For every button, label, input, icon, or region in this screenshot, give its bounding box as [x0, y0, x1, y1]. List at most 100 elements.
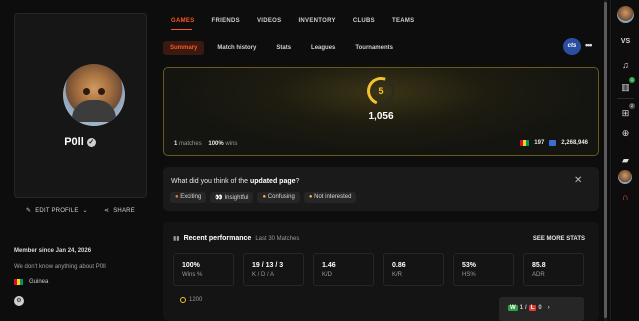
share-label: SHARE [113, 207, 135, 214]
performance-header: ▮▮ Recent performance Last 30 Matches [173, 235, 299, 242]
tab-videos[interactable]: VIDEOS [257, 18, 281, 24]
game-selector-badge[interactable]: cts [563, 38, 581, 55]
versus-button[interactable]: VS [617, 38, 634, 45]
stat-value: 0.86 [392, 262, 406, 269]
feedback-question-text: What did you think of the [171, 178, 250, 185]
subtab-match-history[interactable]: Match history [210, 41, 263, 55]
stat-value: 19 / 13 / 3 [252, 262, 284, 269]
globe-icon [549, 140, 557, 146]
guinea-flag-icon [520, 140, 530, 146]
guinea-flag-icon [14, 279, 23, 285]
subtab-stats[interactable]: Stats [269, 41, 298, 55]
share-button[interactable]: ⋖ SHARE [104, 207, 135, 215]
thinking-face-icon: ● [262, 194, 267, 200]
tab-games[interactable]: GAMES [171, 18, 195, 24]
rail-divider [617, 98, 634, 99]
fire-icon: ● [175, 194, 179, 200]
feedback-option-insightful[interactable]: 👀 Insightful [210, 192, 254, 203]
win-loss-separator: / [525, 305, 527, 311]
profile-card [14, 13, 147, 198]
skill-level: 5 [378, 86, 384, 96]
avatar-eye [98, 88, 105, 95]
performance-subtitle: Last 30 Matches [255, 235, 300, 242]
stat-label: K/D [322, 272, 333, 278]
country-name: Guinea [29, 279, 49, 285]
feedback-question-end: ? [295, 178, 300, 185]
tab-inventory[interactable]: INVENTORY [298, 18, 335, 24]
recent-performance-panel: ▮▮ Recent performance Last 30 Matches SE… [163, 222, 599, 321]
neutral-face-icon: ● [308, 194, 313, 200]
player-name: P0ll ✓ [0, 136, 160, 148]
country-row: Guinea [14, 279, 48, 285]
win-loss-row: W 1 / L 0 › [508, 305, 550, 311]
performance-title: Recent performance [183, 235, 252, 242]
feedback-banner: What did you think of the updated page? … [163, 167, 599, 211]
bell-icon[interactable]: ♫ [618, 58, 633, 73]
tab-teams[interactable]: TEAMS [392, 18, 415, 24]
sub-tabs: Summary Match history Stats Leagues Tour… [163, 41, 406, 55]
skill-level-icon [180, 297, 186, 303]
share-icon: ⋖ [104, 208, 110, 214]
weapon-icon[interactable]: ▰ [618, 153, 633, 168]
win-loss-summary: W 1 / L 0 › [499, 297, 584, 321]
rank-card: 5 1,056 1 matches 100% wins 197 2,268,94… [163, 67, 599, 156]
wins-percent: 100% [208, 141, 224, 147]
steam-icon[interactable]: ⚙ [14, 296, 24, 306]
stat-card: 53% HS% [453, 253, 514, 286]
country-rank[interactable]: 197 [534, 140, 544, 146]
friend-avatar[interactable] [618, 170, 632, 184]
feedback-question: What did you think of the updated page? [171, 178, 299, 185]
stat-card: 1.46 K/D [313, 253, 374, 286]
stat-value: 53% [462, 262, 477, 269]
subtab-tournaments[interactable]: Tournaments [348, 41, 400, 55]
feedback-options: ● Exciting 👀 Insightful ● Confusing ● No… [170, 192, 357, 203]
player-name-text: P0ll [64, 136, 84, 148]
close-icon[interactable]: ✕ [574, 175, 582, 186]
right-rail: VS ♫ ▥ 1 ⊞ 2 ⊕ ▰ ∩ [610, 0, 639, 321]
elo-value: 1,056 [368, 111, 394, 122]
stat-card: 100% Wins % [173, 253, 234, 286]
about-text: We don't know anything about P0ll [14, 264, 106, 270]
tab-clubs[interactable]: CLUBS [353, 18, 375, 24]
avatar-helmet [72, 100, 116, 122]
chevron-down-icon: ⌄ [82, 208, 88, 214]
verified-icon: ✓ [86, 138, 96, 147]
stat-value: 100% [182, 262, 200, 269]
member-since: Member since Jan 24, 2026 [14, 248, 92, 254]
scrollbar[interactable] [604, 0, 607, 321]
matches-count: 1 [174, 141, 178, 147]
stat-label: K / D / A [252, 272, 275, 278]
tab-friends[interactable]: FRIENDS [212, 18, 240, 24]
feedback-question-bold: updated page [250, 178, 296, 185]
main-tabs: GAMES FRIENDS VIDEOS INVENTORY CLUBS TEA… [171, 18, 414, 24]
more-options-icon[interactable]: ••• [585, 40, 593, 50]
user-avatar-icon[interactable] [617, 6, 634, 23]
pencil-icon: ✎ [26, 208, 32, 214]
profile-sidebar: P0ll ✓ ✎ EDIT PROFILE ⌄ ⋖ SHARE Member si… [0, 0, 160, 321]
avatar[interactable] [63, 64, 125, 126]
eyes-icon: 👀 [215, 195, 223, 201]
avatar-eye [83, 88, 90, 95]
wins-label: wins [225, 141, 238, 147]
edit-profile-label: EDIT PROFILE [35, 207, 79, 214]
see-more-stats-link[interactable]: SEE MORE STATS [533, 236, 585, 242]
bar-chart-icon: ▮▮ [173, 236, 180, 242]
scrollbar-thumb[interactable] [604, 2, 607, 318]
edit-profile-button[interactable]: ✎ EDIT PROFILE ⌄ [26, 207, 88, 215]
notification-badge: 1 [629, 77, 635, 83]
feedback-option-not-interested[interactable]: ● Not interested [303, 192, 357, 203]
stat-card: 0.86 K/R [383, 253, 444, 286]
elo-axis-value: 1200 [189, 297, 203, 303]
feedback-option-confusing[interactable]: ● Confusing [257, 192, 300, 203]
loss-count: 0 [538, 305, 542, 311]
add-icon[interactable]: ⊕ [618, 126, 633, 141]
feedback-option-exciting[interactable]: ● Exciting [170, 192, 207, 203]
global-rank[interactable]: 2,268,946 [561, 140, 588, 146]
subtab-summary[interactable]: Summary [163, 41, 205, 55]
feedback-option-label: Exciting [180, 194, 202, 200]
subtab-leagues[interactable]: Leagues [304, 41, 342, 55]
chevron-right-icon[interactable]: › [548, 305, 550, 311]
loss-badge-icon: L [528, 305, 537, 311]
stat-value: 1.46 [322, 262, 336, 269]
headset-icon[interactable]: ∩ [618, 190, 633, 205]
